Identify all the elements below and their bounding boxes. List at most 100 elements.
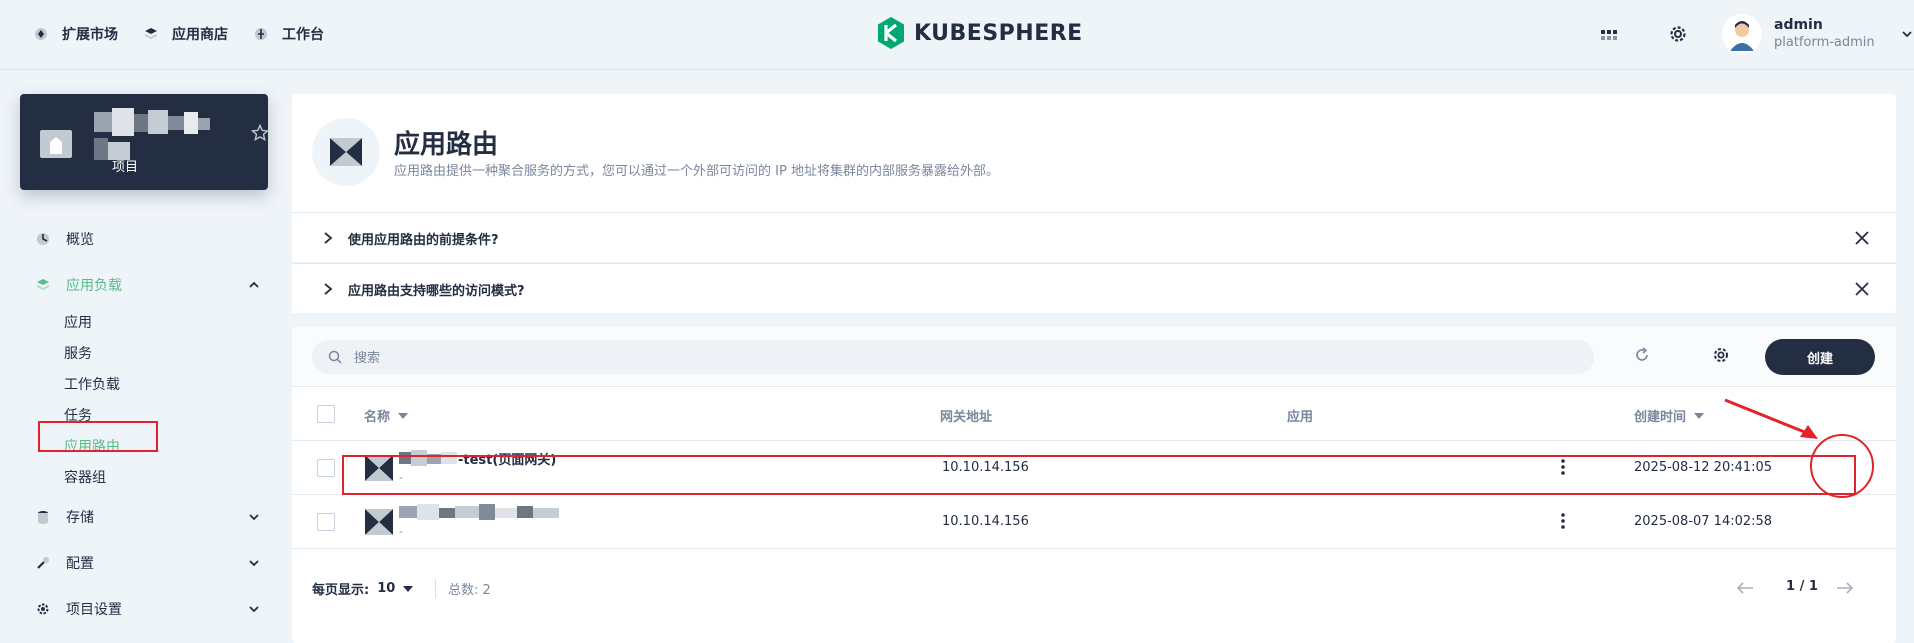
workloads-icon [37, 279, 49, 290]
sidebar-item-config-label: 配置 [66, 556, 94, 572]
sidebar-subitem-ingresses[interactable]: 应用路由 [20, 432, 268, 463]
chevron-down-icon [249, 560, 259, 567]
sidebar-subitem-workloads[interactable]: 工作负载 [20, 370, 268, 401]
wrench-icon [37, 557, 49, 569]
chevron-down-icon [1902, 31, 1912, 38]
sidebar-item-config[interactable]: 配置 [20, 540, 268, 586]
table-row[interactable]: -test(页面网关) - 10.10.14.156 2025-08-12 20… [292, 441, 1896, 495]
sidebar-item-overview[interactable]: 概览 [20, 216, 268, 262]
chevron-down-icon [249, 606, 259, 613]
column-created[interactable]: 创建时间 [1634, 406, 1705, 425]
row-checkbox[interactable] [317, 513, 335, 531]
faq-prerequisites-text: 使用应用路由的前提条件? [348, 233, 499, 248]
sidebar-item-storage-label: 存储 [66, 510, 94, 526]
settings-icon [37, 603, 49, 615]
table-settings-icon[interactable] [1712, 346, 1730, 364]
refresh-icon[interactable] [1634, 347, 1650, 363]
nav-app-store-label: 应用商店 [172, 27, 228, 43]
row-created: 2025-08-12 20:41:05 [1634, 460, 1773, 475]
chevron-up-icon [249, 281, 259, 288]
chevron-right-icon [324, 232, 333, 244]
column-gateway: 网关地址 [940, 406, 992, 425]
sidebar-item-project-settings-label: 项目设置 [66, 602, 122, 618]
avatar [1722, 14, 1762, 54]
faq-prerequisites[interactable]: 使用应用路由的前提条件? [292, 212, 1896, 262]
arrow-left-icon[interactable] [1736, 581, 1754, 595]
more-actions-icon[interactable] [1555, 457, 1571, 477]
extension-icon [35, 28, 47, 40]
row-checkbox[interactable] [317, 459, 335, 477]
sidebar-subitem-services[interactable]: 服务 [20, 339, 268, 370]
arrow-right-icon[interactable] [1836, 581, 1854, 595]
faq-access-modes[interactable]: 应用路由支持哪些的访问模式? [292, 263, 1896, 313]
chevron-right-icon [324, 283, 333, 295]
select-all-checkbox[interactable] [317, 405, 335, 423]
nav-workbench-label: 工作台 [282, 27, 324, 43]
sidebar-subitem-apps[interactable]: 应用 [20, 308, 268, 339]
column-gateway-label: 网关地址 [940, 410, 993, 425]
ingress-icon [312, 118, 380, 186]
close-icon[interactable] [1854, 230, 1870, 246]
app-grid-icon[interactable] [1600, 26, 1618, 44]
user-name: admin [1774, 17, 1823, 33]
table-toolbar: 创建 [292, 327, 1896, 387]
sort-down-icon [398, 412, 409, 419]
search-input[interactable] [354, 349, 1554, 365]
project-card[interactable]: 项目 [20, 94, 269, 190]
sort-down-icon [1694, 412, 1705, 419]
sidebar-item-project-settings[interactable]: 项目设置 [20, 586, 268, 632]
close-icon[interactable] [1854, 281, 1870, 297]
project-icon [40, 130, 72, 158]
kubesphere-logo-icon [878, 17, 904, 49]
page-title: 应用路由 [394, 130, 499, 160]
faq-access-modes-text: 应用路由支持哪些的访问模式? [348, 284, 525, 299]
row-created: 2025-08-07 14:02:58 [1634, 514, 1773, 529]
sidebar-item-workloads-label: 应用负载 [66, 278, 122, 294]
more-actions-icon[interactable] [1555, 511, 1571, 531]
overview-icon [37, 233, 49, 245]
table-row[interactable]: - 10.10.14.156 2025-08-07 14:02:58 [292, 495, 1896, 549]
table-footer: 每页显示: 10 总数: 2 1 / 1 [292, 565, 1896, 625]
search-icon [328, 350, 342, 364]
workbench-icon [255, 28, 267, 40]
total-count: 总数: 2 [435, 579, 491, 598]
row-name-redacted [399, 450, 457, 466]
project-name-redacted [94, 108, 210, 136]
total-value: 2 [482, 583, 491, 598]
column-app-label: 应用 [1287, 410, 1314, 425]
user-info: admin platform-admin [1774, 16, 1875, 52]
create-button[interactable]: 创建 [1765, 339, 1875, 375]
kubesphere-logo[interactable]: KUBESPHERE [876, 16, 1083, 50]
page-indicator: 1 / 1 [1786, 579, 1818, 594]
page-size-select[interactable]: 每页显示: 10 [312, 579, 414, 598]
column-app: 应用 [1287, 406, 1313, 425]
top-bar: 扩展市场 应用商店 工作台 KUBESPHERE admin platform-… [0, 0, 1914, 70]
sidebar-item-storage[interactable]: 存储 [20, 494, 268, 540]
nav-app-store[interactable]: 应用商店 [144, 24, 228, 44]
row-name-redacted [399, 504, 559, 520]
page-header: 应用路由 应用路由提供一种聚合服务的方式，您可以通过一个外部可访问的 IP 地址… [292, 94, 1896, 212]
nav-workbench[interactable]: 工作台 [254, 24, 324, 44]
row-description: - [399, 525, 403, 538]
row-gateway: 10.10.14.156 [942, 514, 1029, 529]
row-gateway: 10.10.14.156 [942, 460, 1029, 475]
user-menu[interactable]: admin platform-admin [1722, 14, 1913, 54]
column-name[interactable]: 名称 [364, 406, 409, 425]
total-label: 总数: [448, 583, 479, 598]
search-box[interactable] [312, 340, 1594, 374]
gear-icon[interactable] [1668, 24, 1688, 44]
column-created-label: 创建时间 [1634, 410, 1687, 425]
page-size-value: 10 [377, 581, 396, 596]
row-name[interactable]: -test(页面网关) [458, 449, 556, 468]
storage-icon [38, 511, 48, 524]
logo-text: KUBESPHERE [914, 20, 1083, 46]
nav-extension-market[interactable]: 扩展市场 [34, 24, 118, 44]
table-header: 名称 网关地址 应用 创建时间 [292, 387, 1896, 441]
sidebar-item-overview-label: 概览 [66, 232, 94, 248]
sidebar-subitem-jobs[interactable]: 任务 [20, 401, 268, 432]
sidebar-subitem-pods[interactable]: 容器组 [20, 463, 268, 494]
star-icon[interactable] [251, 124, 269, 142]
ingress-table-card: 创建 名称 网关地址 应用 创建时间 -test(页面网关) - 10.10.1… [292, 327, 1896, 643]
sidebar-item-workloads[interactable]: 应用负载 [20, 262, 268, 308]
user-role: platform-admin [1774, 35, 1875, 50]
